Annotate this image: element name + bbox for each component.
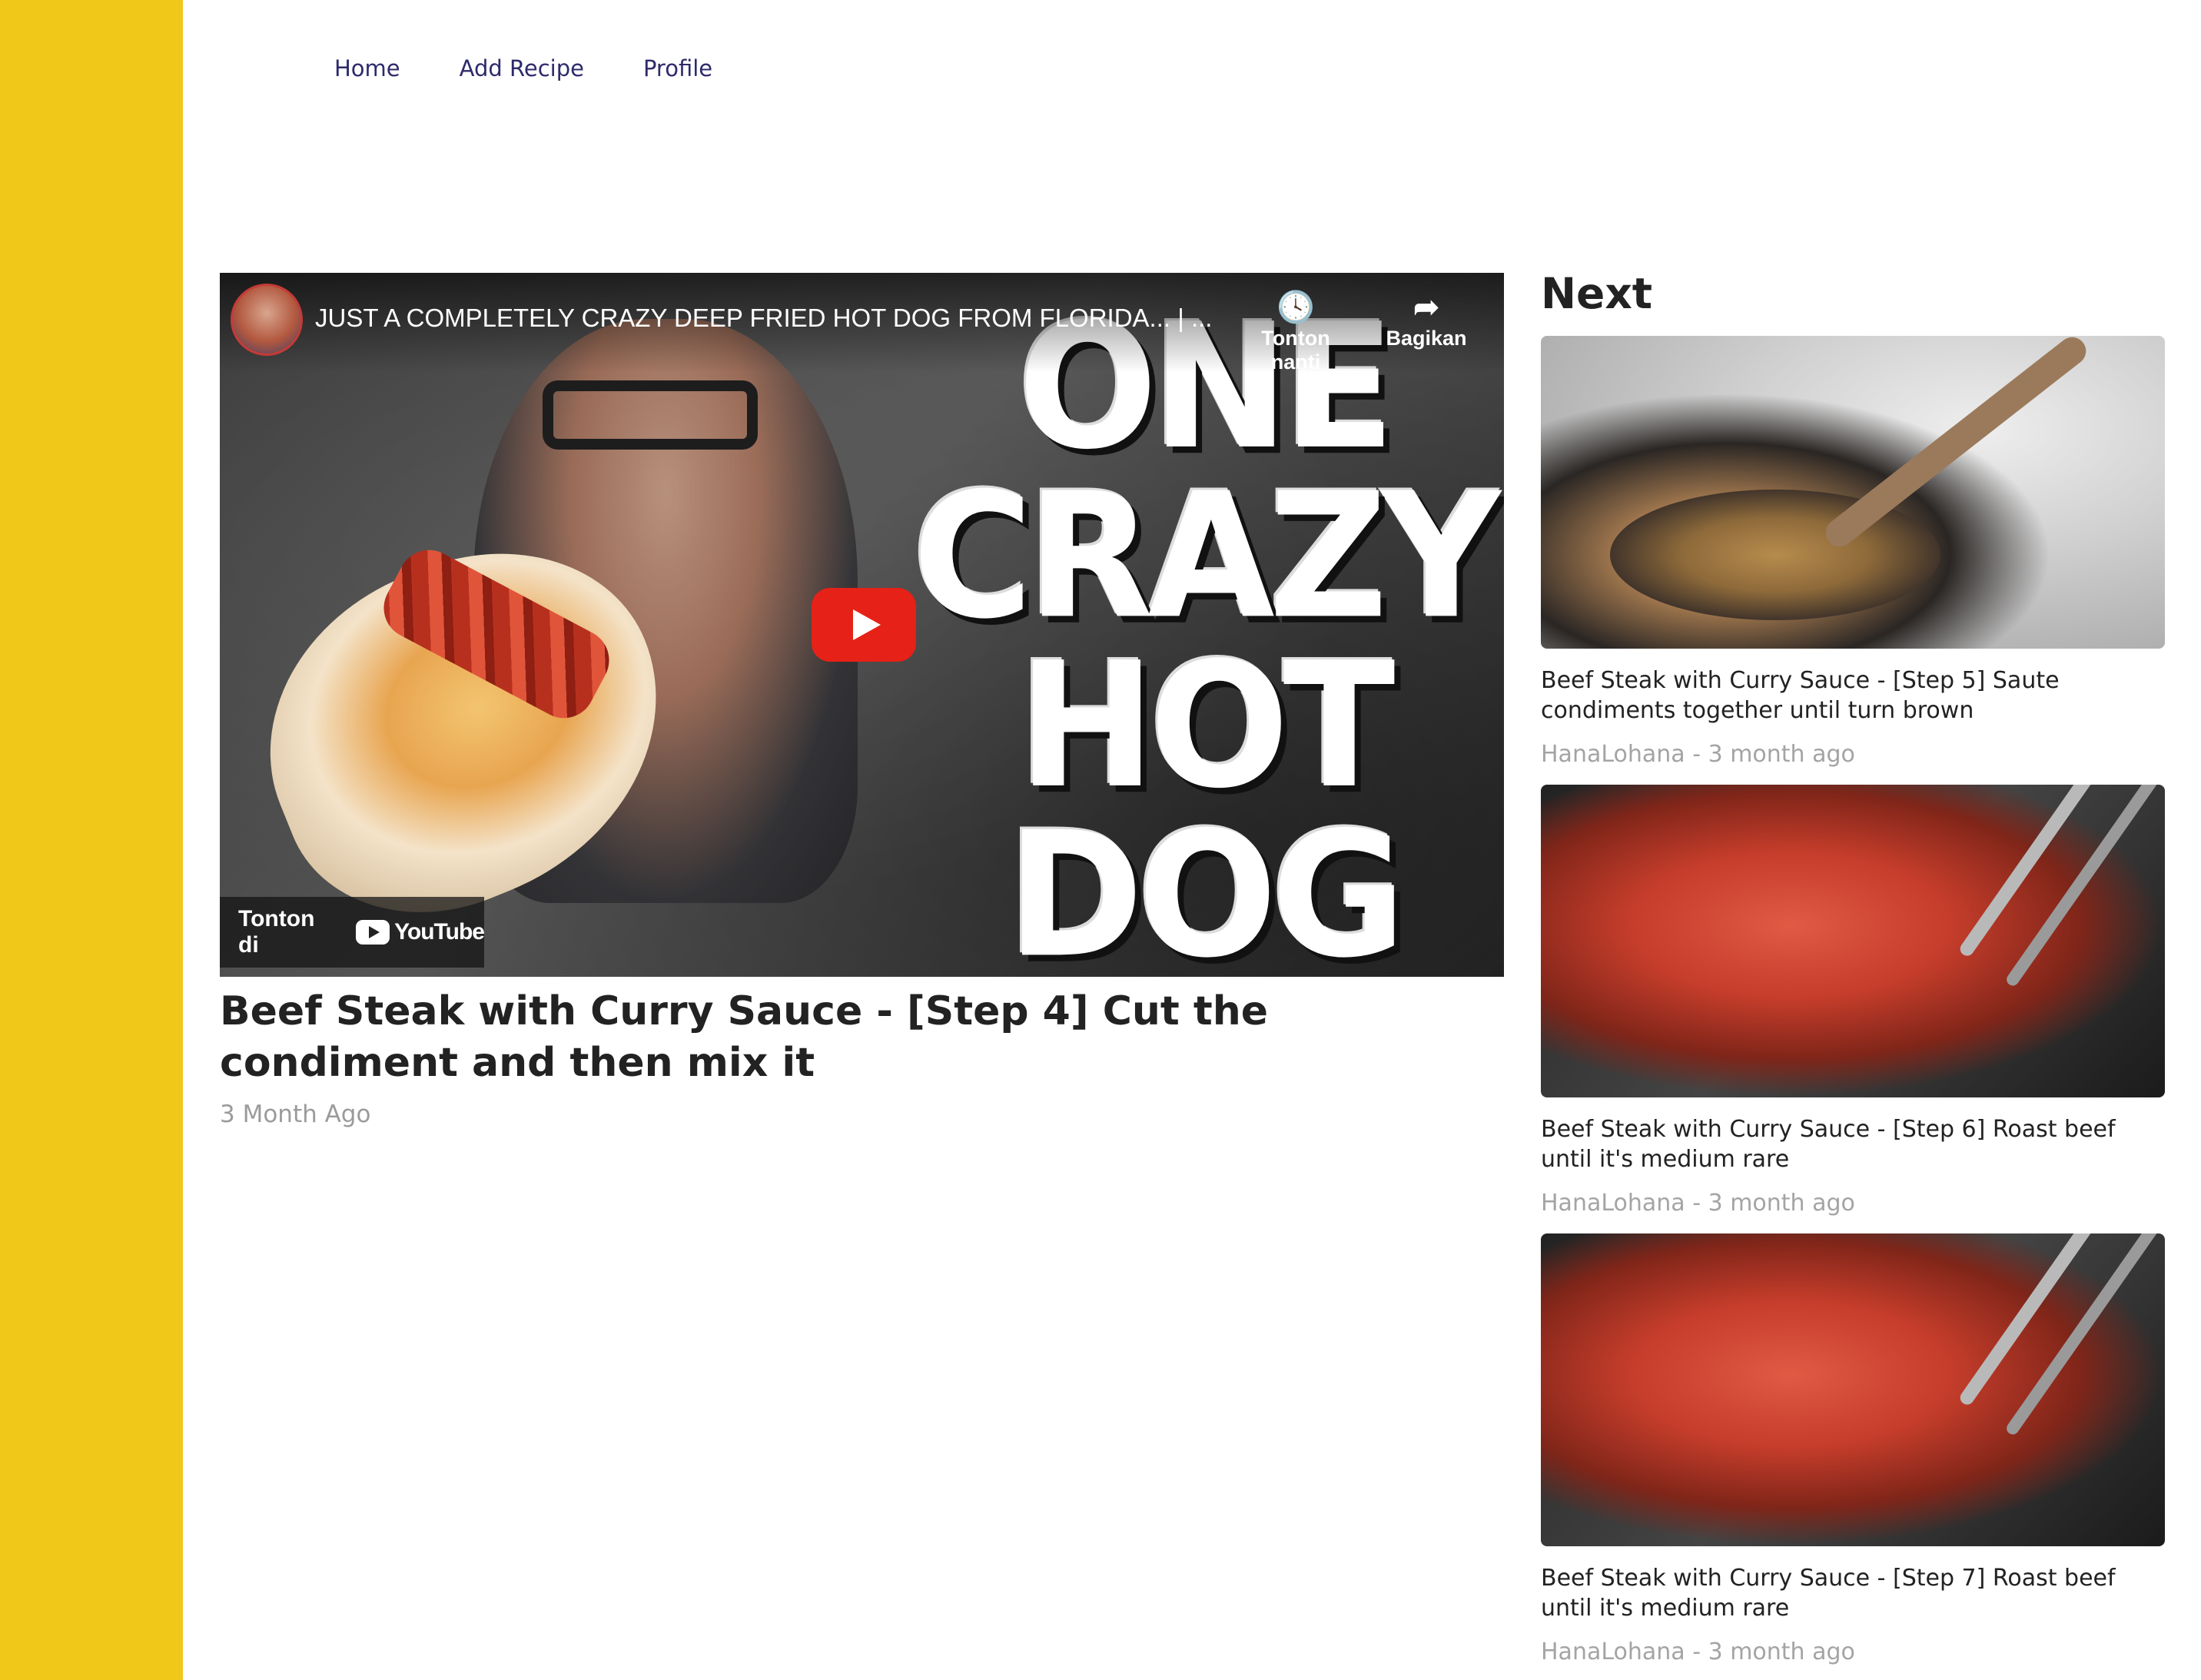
next-item-title[interactable]: Beef Steak with Curry Sauce - [Step 6] R… <box>1541 1114 2165 1174</box>
youtube-logo: YouTube <box>356 919 485 945</box>
video-glasses-image <box>543 380 758 450</box>
top-nav: Home Add Recipe Profile <box>334 51 712 86</box>
clock-icon: 🕓 <box>1276 291 1315 324</box>
next-item[interactable]: Beef Steak with Curry Sauce - [Step 5] S… <box>1541 336 2165 768</box>
recipe-step-title: Beef Steak with Curry Sauce - [Step 4] C… <box>220 988 1269 1086</box>
next-item-title[interactable]: Beef Steak with Curry Sauce - [Step 5] S… <box>1541 666 2165 725</box>
channel-avatar[interactable] <box>231 284 303 356</box>
youtube-label: YouTube <box>394 919 485 945</box>
page: Home Add Recipe Profile ONE CRAZY HOT DO… <box>0 0 2201 1680</box>
next-item-thumbnail[interactable] <box>1541 1233 2165 1546</box>
next-item-thumbnail[interactable] <box>1541 336 2165 649</box>
recipe-step-date: 3 Month Ago <box>220 1101 371 1128</box>
nav-add-recipe-link[interactable]: Add Recipe <box>460 51 584 86</box>
video-title-bar: JUST A COMPLETELY CRAZY DEEP FRIED HOT D… <box>220 273 1504 374</box>
share-label: Bagikan <box>1386 327 1467 350</box>
share-arrow-icon: ➦ <box>1413 291 1439 324</box>
next-item-thumbnail[interactable] <box>1541 785 2165 1097</box>
nav-home-link[interactable]: Home <box>334 51 400 86</box>
video-thumbnail-text: ONE CRAZY HOT DOG <box>912 287 1501 977</box>
watch-later-button[interactable]: 🕓 Tonton nanti <box>1242 288 1349 374</box>
wooden-spoon-image <box>1820 336 2092 553</box>
next-item-meta: HanaLohana - 3 month ago <box>1541 1638 1855 1665</box>
next-heading: Next <box>1541 269 1653 318</box>
left-sidebar <box>0 0 183 1680</box>
next-item[interactable]: Beef Steak with Curry Sauce - [Step 6] R… <box>1541 785 2165 1217</box>
video-title[interactable]: JUST A COMPLETELY CRAZY DEEP FRIED HOT D… <box>315 304 1212 333</box>
youtube-play-icon <box>356 920 390 945</box>
next-item[interactable]: Beef Steak with Curry Sauce - [Step 7] R… <box>1541 1233 2165 1665</box>
video-player[interactable]: ONE CRAZY HOT DOG JUST A COMPLETELY CRAZ… <box>220 273 1504 977</box>
play-button[interactable] <box>812 588 916 662</box>
watch-later-label: Tonton nanti <box>1261 327 1330 374</box>
tongs-image <box>2003 785 2165 988</box>
next-item-meta: HanaLohana - 3 month ago <box>1541 741 1855 768</box>
tongs-image <box>2003 1233 2165 1437</box>
watch-on-label: Tonton di <box>238 906 315 958</box>
share-button[interactable]: ➦ Bagikan <box>1373 288 1480 350</box>
next-item-title[interactable]: Beef Steak with Curry Sauce - [Step 7] R… <box>1541 1563 2165 1623</box>
next-item-meta: HanaLohana - 3 month ago <box>1541 1190 1855 1217</box>
nav-profile-link[interactable]: Profile <box>643 51 712 86</box>
watch-on-youtube-button[interactable]: Tonton di YouTube <box>220 897 485 968</box>
